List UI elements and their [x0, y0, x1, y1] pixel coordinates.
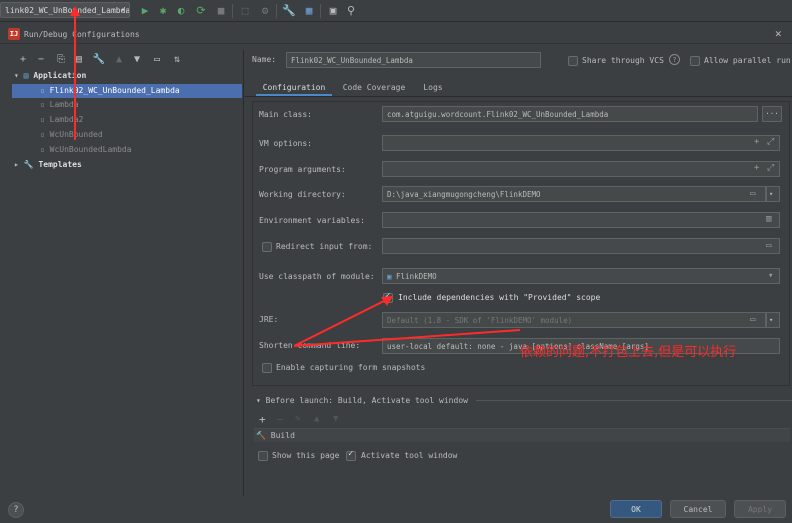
annotation-arrowhead-up [70, 6, 80, 16]
annotation-arrows [70, 6, 521, 347]
annotation-arrow-lower [293, 329, 521, 347]
annotation-arrow-diagonal [293, 297, 391, 347]
annotation-text: 依赖的问题,不打包上去,但是可以执行 [520, 345, 737, 360]
